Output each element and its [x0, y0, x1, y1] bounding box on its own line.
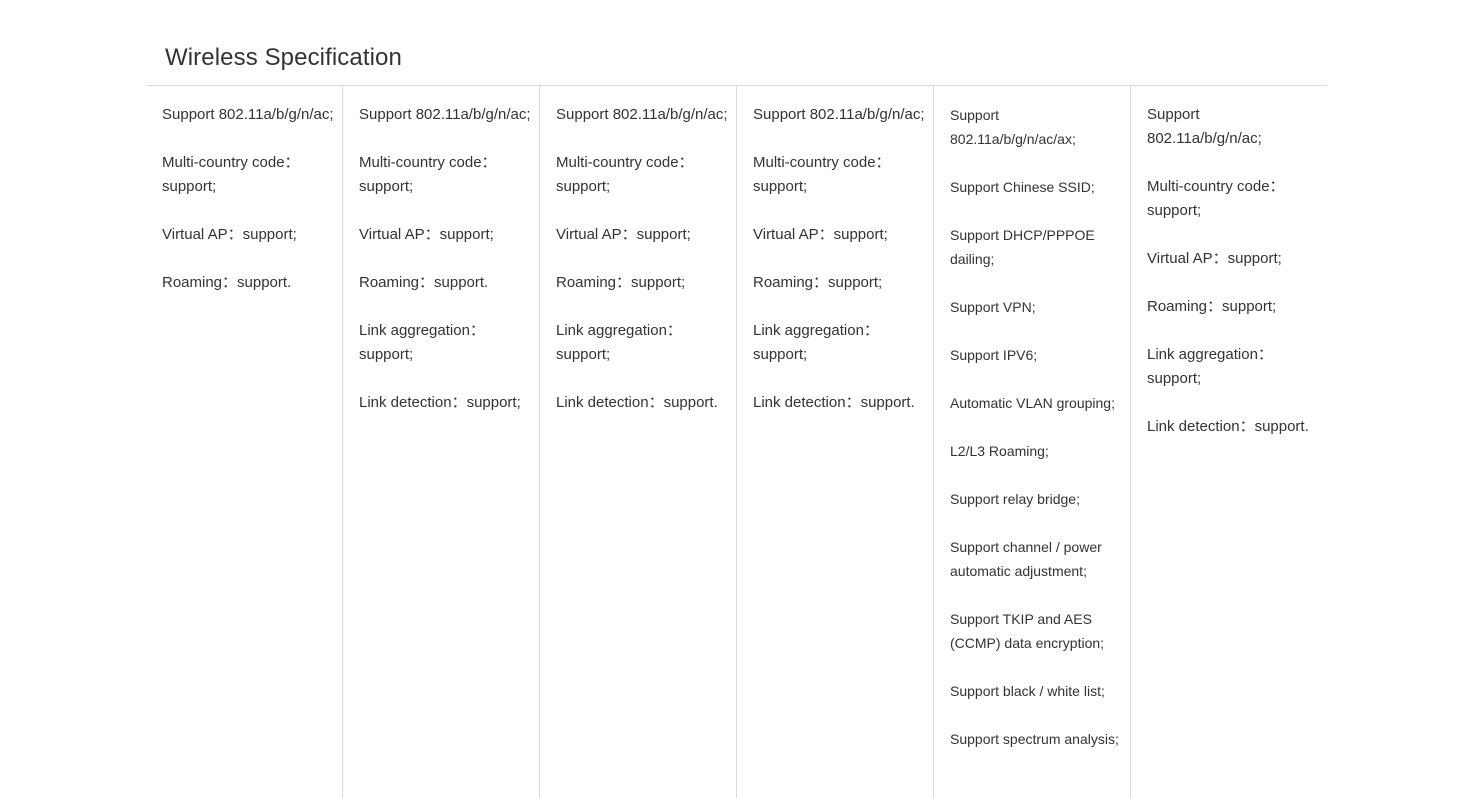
spec-item: Roaming：support.: [359, 274, 489, 291]
spec-item: Support IPV6;: [950, 347, 1038, 363]
spec-item: L2/L3 Roaming;: [950, 443, 1049, 459]
spec-column-1: Support 802.11a/b/g/n/ac; Multi-country …: [146, 86, 342, 798]
spec-item: Link aggregation：support;: [1147, 346, 1273, 387]
spec-item: Virtual AP：support;: [753, 226, 888, 243]
spec-item: Support 802.11a/b/g/n/ac;: [162, 106, 334, 123]
spec-item: Support relay bridge;: [950, 491, 1080, 507]
spec-column-2: Support 802.11a/b/g/n/ac; Multi-country …: [342, 86, 539, 798]
spec-item: Link detection：support.: [556, 394, 718, 411]
spec-item: Support 802.11a/b/g/n/ac/ax;: [950, 107, 1076, 147]
spec-item: Support VPN;: [950, 299, 1036, 315]
spec-column-4: Support 802.11a/b/g/n/ac; Multi-country …: [736, 86, 933, 798]
section-title: Wireless Specification: [165, 44, 402, 71]
spec-item: Virtual AP：support;: [1147, 250, 1282, 267]
spec-item: Multi-country code：support;: [1147, 178, 1285, 219]
spec-columns: Support 802.11a/b/g/n/ac; Multi-country …: [146, 86, 1327, 798]
spec-item: Automatic VLAN grouping;: [950, 395, 1115, 411]
spec-item: Link detection：support;: [359, 394, 521, 411]
spec-item: Support black / white list;: [950, 683, 1105, 699]
spec-item: Roaming：support;: [1147, 298, 1277, 315]
spec-item: Support Chinese SSID;: [950, 179, 1095, 195]
spec-item: Roaming：support;: [556, 274, 686, 291]
spec-item: Support DHCP/PPPOE dailing;: [950, 227, 1095, 267]
spec-item: Link aggregation：support;: [556, 322, 682, 363]
spec-item: Multi-country code：support;: [556, 154, 694, 195]
spec-column-3: Support 802.11a/b/g/n/ac; Multi-country …: [539, 86, 736, 798]
spec-item: Link aggregation：support;: [753, 322, 879, 363]
spec-item: Support 802.11a/b/g/n/ac;: [359, 106, 531, 123]
spec-item: Multi-country code：support;: [162, 154, 300, 195]
spec-column-6: Support 802.11a/b/g/n/ac; Multi-country …: [1130, 86, 1326, 798]
spec-item: Support 802.11a/b/g/n/ac;: [556, 106, 728, 123]
spec-item: Link detection：support.: [753, 394, 915, 411]
spec-item: Roaming：support.: [162, 274, 292, 291]
spec-item: Multi-country code：support;: [359, 154, 497, 195]
spec-item: Support 802.11a/b/g/n/ac;: [1147, 106, 1262, 147]
spec-item: Support 802.11a/b/g/n/ac;: [753, 106, 925, 123]
spec-item: Support TKIP and AES (CCMP) data encrypt…: [950, 611, 1105, 651]
spec-item: Link aggregation：support;: [359, 322, 485, 363]
wireless-specification-section: Wireless Specification Support 802.11a/b…: [146, 0, 1327, 798]
spec-item: Support spectrum analysis;: [950, 731, 1119, 747]
spec-item: Virtual AP：support;: [359, 226, 494, 243]
spec-item: Virtual AP：support;: [162, 226, 297, 243]
spec-item: Multi-country code：support;: [753, 154, 891, 195]
spec-item: Virtual AP：support;: [556, 226, 691, 243]
spec-column-5: Support 802.11a/b/g/n/ac/ax; Support Chi…: [933, 86, 1130, 798]
spec-item: Roaming：support;: [753, 274, 883, 291]
spec-item: Support channel / power automatic adjust…: [950, 539, 1102, 579]
spec-item: Link detection：support.: [1147, 418, 1309, 435]
